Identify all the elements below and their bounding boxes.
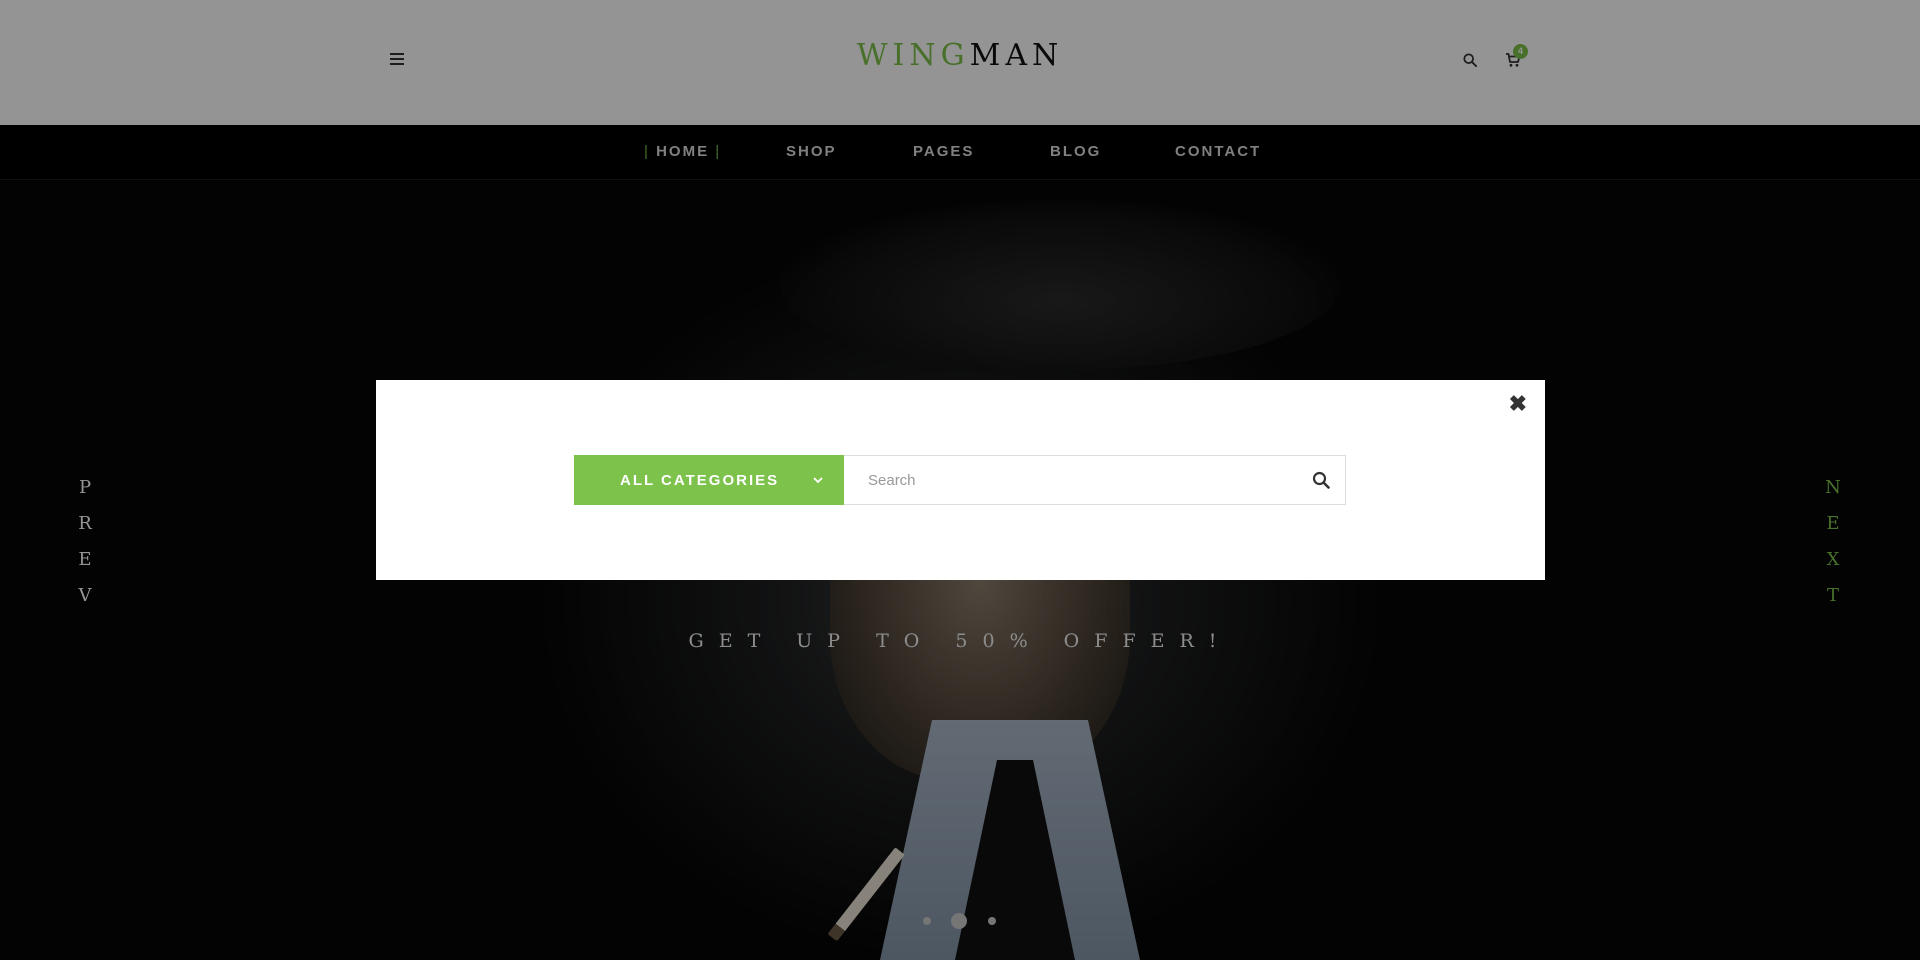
chevron-down-icon: [813, 477, 823, 484]
search-input[interactable]: [844, 455, 1346, 505]
category-select-label: ALL CATEGORIES: [620, 472, 780, 489]
close-icon[interactable]: ✖: [1509, 393, 1527, 415]
category-select[interactable]: ALL CATEGORIES: [574, 455, 844, 505]
search-modal: ✖ ALL CATEGORIES: [376, 380, 1545, 580]
search-form: ALL CATEGORIES: [574, 455, 1346, 505]
search-submit-icon[interactable]: [1312, 471, 1330, 489]
